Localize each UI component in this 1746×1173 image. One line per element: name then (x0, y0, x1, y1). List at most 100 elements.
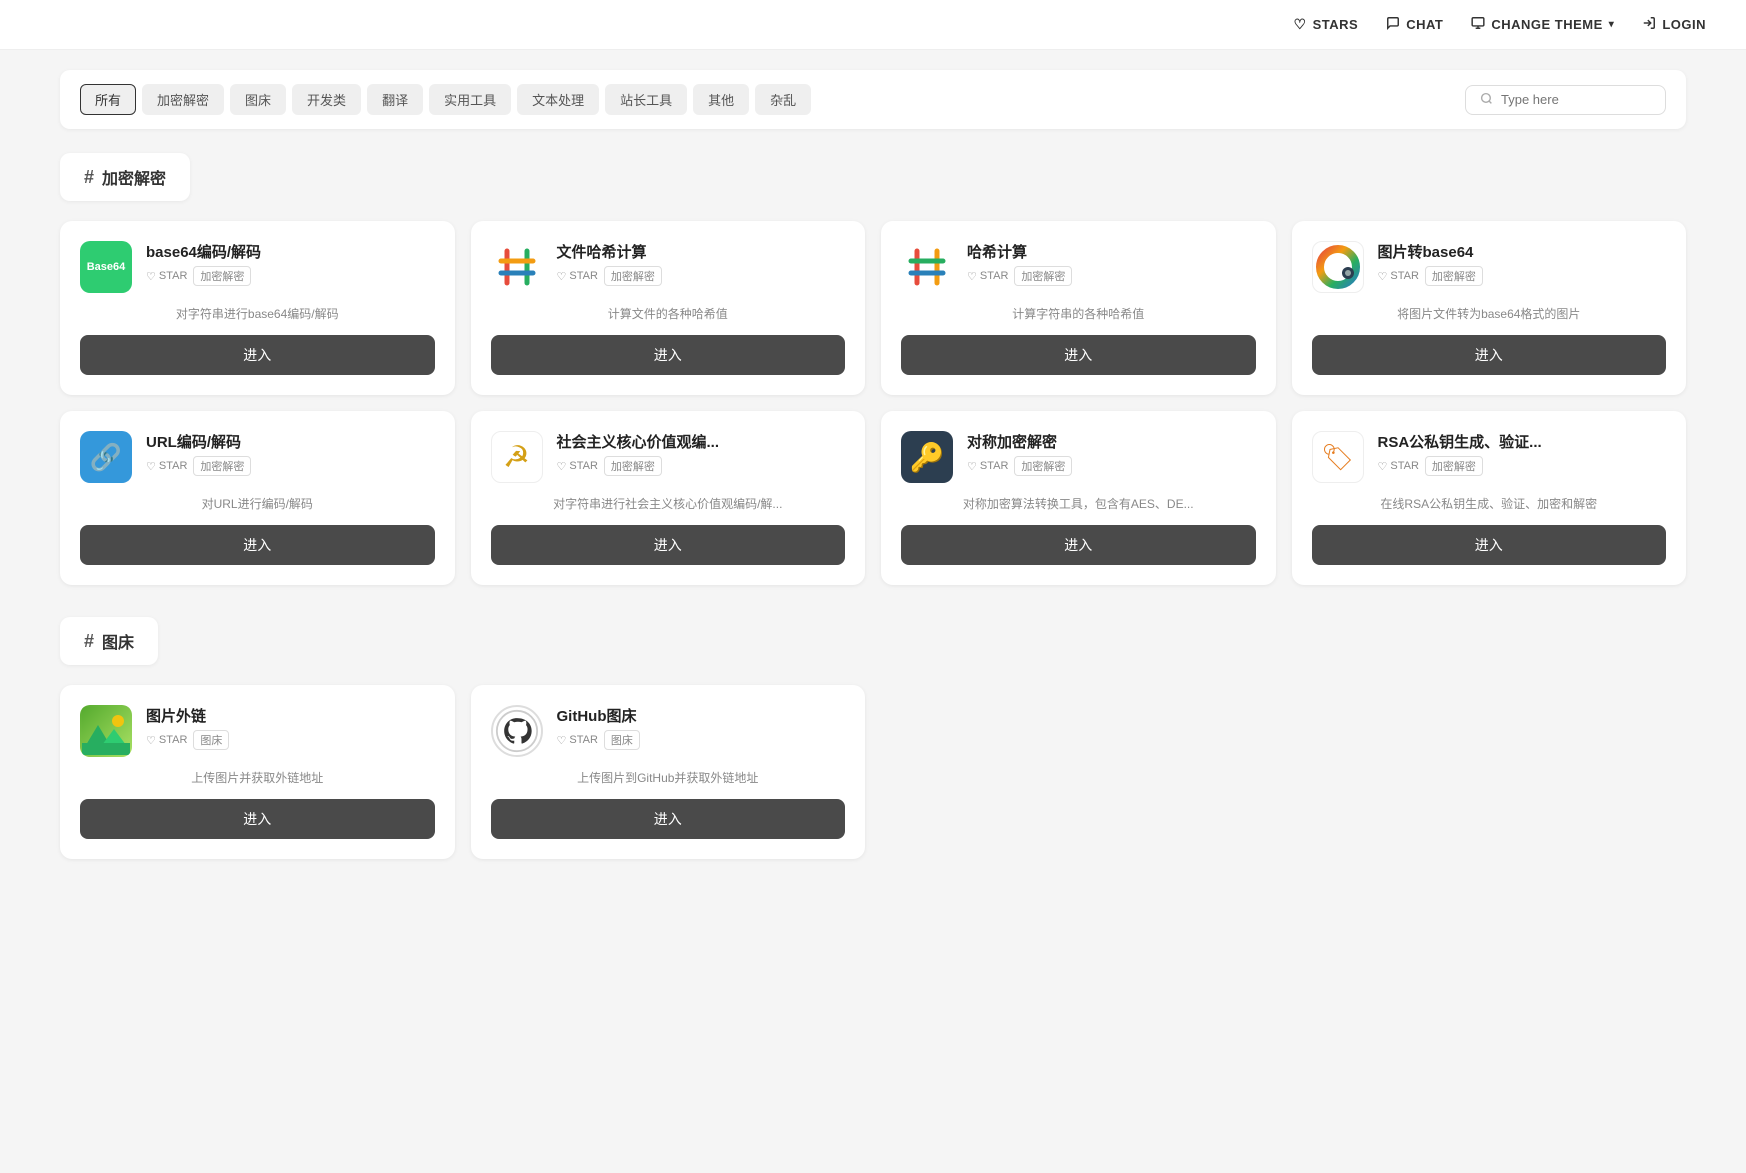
filter-tab-dev[interactable]: 开发类 (292, 84, 361, 115)
filter-tab-image-host[interactable]: 图床 (230, 84, 286, 115)
star-btn-rsa[interactable]: ♡ STAR (1378, 460, 1419, 473)
star-btn-github-host[interactable]: ♡ STAR (557, 734, 598, 747)
chat-label: CHAT (1406, 17, 1443, 32)
nav-change-theme[interactable]: CHANGE THEME ▾ (1471, 16, 1614, 33)
main-content: # 加密解密 Base64 base64编码/解码 ♡ STAR 加密解密 对字… (0, 129, 1746, 931)
search-icon (1480, 92, 1493, 108)
filter-tab-other[interactable]: 其他 (693, 84, 749, 115)
card-meta-img-external: ♡ STAR 图床 (146, 730, 435, 750)
filter-tab-misc[interactable]: 杂乱 (755, 84, 811, 115)
star-btn-hash-calc[interactable]: ♡ STAR (967, 270, 1008, 283)
header-nav: ♡ STARS CHAT CHANGE THEME ▾ LOGIN (1294, 16, 1706, 33)
card-top-file-hash: 文件哈希计算 ♡ STAR 加密解密 (491, 241, 846, 293)
heart-icon: ♡ (1294, 16, 1307, 33)
star-btn-img-external[interactable]: ♡ STAR (146, 734, 187, 747)
card-desc-url-encode: 对URL进行编码/解码 (80, 495, 435, 513)
card-info-rsa: RSA公私钥生成、验证... ♡ STAR 加密解密 (1378, 431, 1667, 476)
enter-btn-img-external[interactable]: 进入 (80, 799, 435, 839)
login-icon (1642, 16, 1656, 33)
theme-label: CHANGE THEME (1491, 17, 1602, 32)
star-btn-file-hash[interactable]: ♡ STAR (557, 270, 598, 283)
card-info-github-host: GitHub图床 ♡ STAR 图床 (557, 705, 846, 750)
card-icon-img-external (80, 705, 132, 757)
enter-btn-hash-calc[interactable]: 进入 (901, 335, 1256, 375)
star-btn-base64[interactable]: ♡ STAR (146, 270, 187, 283)
enter-btn-symmetric[interactable]: 进入 (901, 525, 1256, 565)
filter-tab-webmaster[interactable]: 站长工具 (605, 84, 687, 115)
search-box (1465, 85, 1666, 115)
enter-btn-file-hash[interactable]: 进入 (491, 335, 846, 375)
card-meta-github-host: ♡ STAR 图床 (557, 730, 846, 750)
enter-btn-rsa[interactable]: 进入 (1312, 525, 1667, 565)
card-icon-github-host (491, 705, 543, 757)
card-desc-rsa: 在线RSA公私钥生成、验证、加密和解密 (1312, 495, 1667, 513)
filter-tab-text[interactable]: 文本处理 (517, 84, 599, 115)
tag-socialist: 加密解密 (604, 456, 662, 476)
tag-symmetric: 加密解密 (1014, 456, 1072, 476)
card-top-symmetric: 🔑 对称加密解密 ♡ STAR 加密解密 (901, 431, 1256, 483)
filter-tabs: 所有 加密解密 图床 开发类 翻译 实用工具 文本处理 站长工具 其他 杂乱 (80, 84, 811, 115)
card-meta-rsa: ♡ STAR 加密解密 (1378, 456, 1667, 476)
encrypt-section-header: # 加密解密 (60, 153, 190, 201)
star-btn-symmetric[interactable]: ♡ STAR (967, 460, 1008, 473)
card-meta-url-encode: ♡ STAR 加密解密 (146, 456, 435, 476)
card-icon-symmetric: 🔑 (901, 431, 953, 483)
enter-btn-img-base64[interactable]: 进入 (1312, 335, 1667, 375)
card-title-socialist: 社会主义核心价值观编... (557, 431, 846, 452)
imagehost-section-header: # 图床 (60, 617, 158, 665)
enter-btn-socialist[interactable]: 进入 (491, 525, 846, 565)
card-socialist: ☭ 社会主义核心价值观编... ♡ STAR 加密解密 对字符串进行社会主义核心… (471, 411, 866, 585)
card-info-url-encode: URL编码/解码 ♡ STAR 加密解密 (146, 431, 435, 476)
card-meta-base64: ♡ STAR 加密解密 (146, 266, 435, 286)
card-info-hash-calc: 哈希计算 ♡ STAR 加密解密 (967, 241, 1256, 286)
card-desc-base64: 对字符串进行base64编码/解码 (80, 305, 435, 323)
enter-btn-github-host[interactable]: 进入 (491, 799, 846, 839)
filter-tab-tools[interactable]: 实用工具 (429, 84, 511, 115)
card-meta-symmetric: ♡ STAR 加密解密 (967, 456, 1256, 476)
card-github-host: GitHub图床 ♡ STAR 图床 上传图片到GitHub并获取外链地址 进入 (471, 685, 866, 859)
card-info-base64: base64编码/解码 ♡ STAR 加密解密 (146, 241, 435, 286)
star-btn-url-encode[interactable]: ♡ STAR (146, 460, 187, 473)
stars-label: STARS (1313, 17, 1359, 32)
chat-icon (1386, 16, 1400, 33)
star-btn-socialist[interactable]: ♡ STAR (557, 460, 598, 473)
tag-url-encode: 加密解密 (193, 456, 251, 476)
card-top-img-external: 图片外链 ♡ STAR 图床 (80, 705, 435, 757)
card-top-img-base64: 图片转base64 ♡ STAR 加密解密 (1312, 241, 1667, 293)
card-icon-socialist: ☭ (491, 431, 543, 483)
card-top-base64: Base64 base64编码/解码 ♡ STAR 加密解密 (80, 241, 435, 293)
filter-tab-encrypt[interactable]: 加密解密 (142, 84, 224, 115)
card-desc-github-host: 上传图片到GitHub并获取外链地址 (491, 769, 846, 787)
login-label: LOGIN (1662, 17, 1706, 32)
card-top-rsa: 🏷 RSA公私钥生成、验证... ♡ STAR 加密解密 (1312, 431, 1667, 483)
card-title-img-external: 图片外链 (146, 705, 435, 726)
encrypt-cards-grid: Base64 base64编码/解码 ♡ STAR 加密解密 对字符串进行bas… (60, 221, 1686, 585)
card-title-base64: base64编码/解码 (146, 241, 435, 262)
card-top-socialist: ☭ 社会主义核心价值观编... ♡ STAR 加密解密 (491, 431, 846, 483)
header: ♡ STARS CHAT CHANGE THEME ▾ LOGIN (0, 0, 1746, 50)
enter-btn-url-encode[interactable]: 进入 (80, 525, 435, 565)
search-input[interactable] (1501, 92, 1651, 107)
section-hash-imagehost: # (84, 631, 94, 652)
card-meta-file-hash: ♡ STAR 加密解密 (557, 266, 846, 286)
tag-img-external: 图床 (193, 730, 229, 750)
card-info-socialist: 社会主义核心价值观编... ♡ STAR 加密解密 (557, 431, 846, 476)
nav-login[interactable]: LOGIN (1642, 16, 1706, 33)
tag-hash-calc: 加密解密 (1014, 266, 1072, 286)
filter-bar: 所有 加密解密 图床 开发类 翻译 实用工具 文本处理 站长工具 其他 杂乱 (60, 70, 1686, 129)
card-icon-rsa: 🏷 (1312, 431, 1364, 483)
nav-chat[interactable]: CHAT (1386, 16, 1443, 33)
enter-btn-base64[interactable]: 进入 (80, 335, 435, 375)
card-info-img-external: 图片外链 ♡ STAR 图床 (146, 705, 435, 750)
star-btn-img-base64[interactable]: ♡ STAR (1378, 270, 1419, 283)
filter-tab-all[interactable]: 所有 (80, 84, 136, 115)
tag-img-base64: 加密解密 (1425, 266, 1483, 286)
section-title-encrypt: 加密解密 (102, 165, 166, 189)
card-desc-hash-calc: 计算字符串的各种哈希值 (901, 305, 1256, 323)
filter-tab-translate[interactable]: 翻译 (367, 84, 423, 115)
card-rsa: 🏷 RSA公私钥生成、验证... ♡ STAR 加密解密 在线RSA公私钥生成、… (1292, 411, 1687, 585)
card-title-file-hash: 文件哈希计算 (557, 241, 846, 262)
card-title-rsa: RSA公私钥生成、验证... (1378, 431, 1667, 452)
card-title-url-encode: URL编码/解码 (146, 431, 435, 452)
nav-stars[interactable]: ♡ STARS (1294, 16, 1359, 33)
